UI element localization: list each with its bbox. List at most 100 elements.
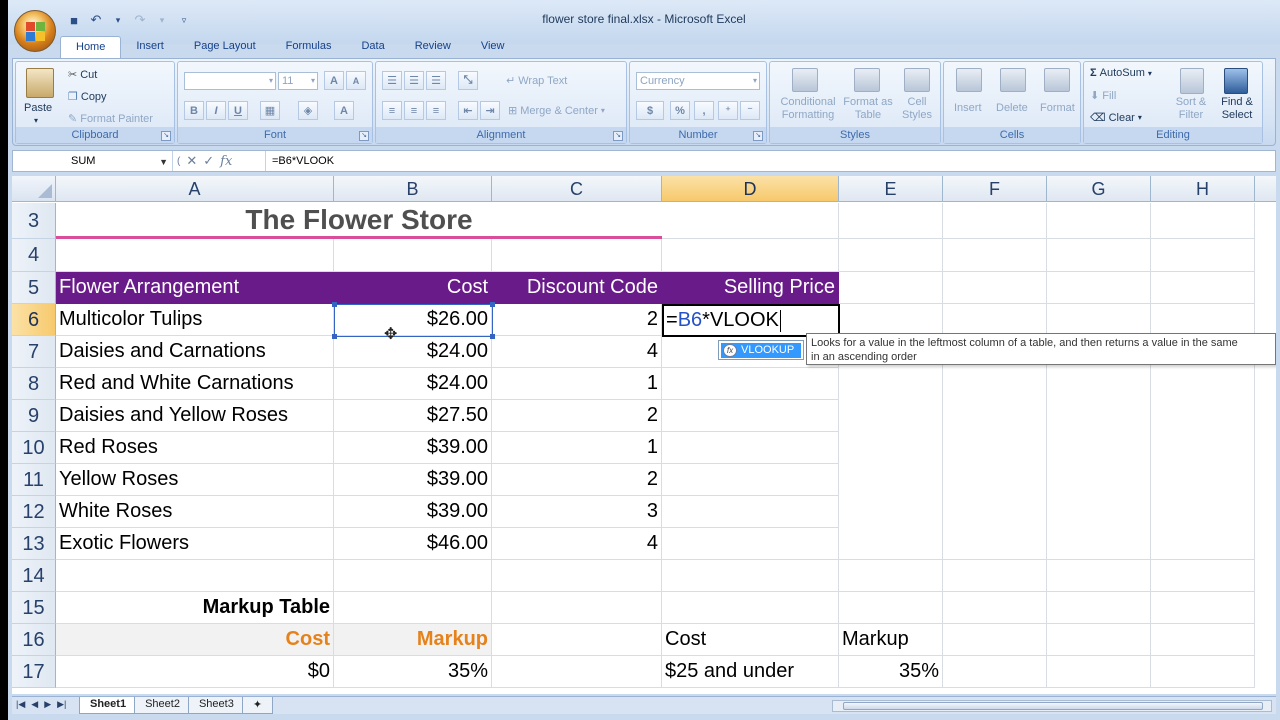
merge-center-button[interactable]: ⊞ Merge & Center ▾ [508, 104, 605, 118]
insert-cells-button[interactable]: Insert [954, 102, 982, 114]
tab-insert[interactable]: Insert [121, 36, 179, 58]
column-header-b[interactable]: B [334, 176, 492, 202]
column-header-a[interactable]: A [56, 176, 334, 202]
cell-e15[interactable] [839, 592, 943, 624]
row-header-12[interactable]: 12 [12, 496, 56, 528]
table-row-name[interactable]: Daisies and Carnations [56, 336, 334, 368]
table-row-cost[interactable]: $26.00 [334, 304, 492, 336]
format-as-table-button[interactable]: Format as Table [842, 96, 894, 122]
side-table-markup-header[interactable]: Markup [839, 624, 943, 656]
insert-function-icon[interactable]: fx [220, 154, 232, 169]
office-button[interactable] [14, 10, 56, 52]
row-header-6[interactable]: 6 [12, 304, 56, 336]
cell-h17[interactable] [1151, 656, 1255, 688]
row-header-10[interactable]: 10 [12, 432, 56, 464]
row-header-13[interactable]: 13 [12, 528, 56, 560]
cell-d10[interactable] [662, 432, 839, 464]
cell-d11[interactable] [662, 464, 839, 496]
cell-f5[interactable] [943, 272, 1047, 304]
cell-h3[interactable] [1151, 203, 1255, 239]
row-header-15[interactable]: 15 [12, 592, 56, 624]
column-header-h[interactable]: H [1151, 176, 1255, 202]
table-row-code[interactable]: 2 [492, 400, 662, 432]
side-table-row-cost[interactable]: $25 and under [662, 656, 839, 688]
cell-d8[interactable] [662, 368, 839, 400]
header-discount-code[interactable]: Discount Code [492, 272, 662, 304]
format-cells-button[interactable]: Format [1040, 102, 1075, 114]
cell-e5[interactable] [839, 272, 943, 304]
currency-button[interactable]: $ [636, 101, 664, 120]
cut-button[interactable]: ✂ Cut [68, 68, 97, 82]
clear-button[interactable]: ⌫ Clear ▾ [1090, 111, 1142, 125]
table-row-name[interactable]: White Roses [56, 496, 334, 528]
percent-button[interactable]: % [670, 101, 690, 120]
decrease-decimal-button[interactable]: ⁻ [740, 101, 760, 120]
cell-h5[interactable] [1151, 272, 1255, 304]
align-center-button[interactable]: ≡ [404, 101, 424, 120]
tab-formulas[interactable]: Formulas [271, 36, 347, 58]
orientation-button[interactable]: ⤡ [458, 71, 478, 90]
last-sheet-icon[interactable]: ▶| [57, 699, 66, 710]
header-cost[interactable]: Cost [334, 272, 492, 304]
shrink-font-button[interactable]: A [346, 71, 366, 90]
cell-f17[interactable] [943, 656, 1047, 688]
insert-sheet-icon[interactable]: ✦ [241, 697, 274, 714]
cell-d14[interactable] [662, 560, 839, 592]
italic-button[interactable]: I [206, 101, 226, 120]
number-format-combo[interactable]: Currency ▾ [636, 72, 760, 90]
cell-b14[interactable] [334, 560, 492, 592]
table-row-name[interactable]: Daisies and Yellow Roses [56, 400, 334, 432]
table-row-name[interactable]: Yellow Roses [56, 464, 334, 496]
tab-review[interactable]: Review [400, 36, 466, 58]
font-name-combo[interactable]: ▾ [184, 72, 276, 90]
conditional-formatting-button[interactable]: Conditional Formatting [774, 96, 842, 122]
align-right-button[interactable]: ≡ [426, 101, 446, 120]
cell-e4[interactable] [839, 239, 943, 272]
markup-table-cost-header[interactable]: Cost [56, 624, 334, 656]
cell-d13[interactable] [662, 528, 839, 560]
sheet-tab-sheet2[interactable]: Sheet2 [134, 697, 191, 714]
cell-g14[interactable] [1047, 560, 1151, 592]
table-row-name[interactable]: Exotic Flowers [56, 528, 334, 560]
font-size-combo[interactable]: 11 ▾ [278, 72, 318, 90]
cell-g17[interactable] [1047, 656, 1151, 688]
align-top-button[interactable]: ☰ [382, 71, 402, 90]
table-row-cost[interactable]: $27.50 [334, 400, 492, 432]
header-flower-arrangement[interactable]: Flower Arrangement [56, 272, 334, 304]
table-row-name[interactable]: Red and White Carnations [56, 368, 334, 400]
cell-g16[interactable] [1047, 624, 1151, 656]
column-header-f[interactable]: F [943, 176, 1047, 202]
scrollbar-thumb[interactable] [843, 702, 1263, 710]
paste-dropdown-icon[interactable]: ▾ [34, 116, 38, 125]
table-row-cost[interactable]: $24.00 [334, 336, 492, 368]
sheet-tab-sheet3[interactable]: Sheet3 [187, 697, 245, 714]
cell-f14[interactable] [943, 560, 1047, 592]
cell-e14[interactable] [839, 560, 943, 592]
row-header-11[interactable]: 11 [12, 464, 56, 496]
cell-d12[interactable] [662, 496, 839, 528]
cell-d15[interactable] [662, 592, 839, 624]
sheet-tab-sheet1[interactable]: Sheet1 [79, 697, 138, 714]
cell-b4[interactable] [334, 239, 492, 272]
row-header-9[interactable]: 9 [12, 400, 56, 432]
cell-g4[interactable] [1047, 239, 1151, 272]
select-all-button[interactable] [12, 176, 56, 202]
cell-e3[interactable] [839, 203, 943, 239]
cell-f15[interactable] [943, 592, 1047, 624]
decrease-indent-button[interactable]: ⇤ [458, 101, 478, 120]
cell-a14[interactable] [56, 560, 334, 592]
table-row-name[interactable]: Multicolor Tulips [56, 304, 334, 336]
table-row-code[interactable]: 2 [492, 304, 662, 336]
table-row-cost[interactable]: $24.00 [334, 368, 492, 400]
table-row-code[interactable]: 2 [492, 464, 662, 496]
table-row-cost[interactable]: $46.00 [334, 528, 492, 560]
row-header-16[interactable]: 16 [12, 624, 56, 656]
cell-styles-button[interactable]: Cell Styles [896, 96, 938, 122]
formula-input[interactable]: =B6*VLOOK [265, 151, 1275, 171]
table-row-cost[interactable]: $39.00 [334, 464, 492, 496]
cell-h14[interactable] [1151, 560, 1255, 592]
align-bottom-button[interactable]: ☰ [426, 71, 446, 90]
cell-d9[interactable] [662, 400, 839, 432]
cell-c4[interactable] [492, 239, 662, 272]
side-table-cost-header[interactable]: Cost [662, 624, 839, 656]
